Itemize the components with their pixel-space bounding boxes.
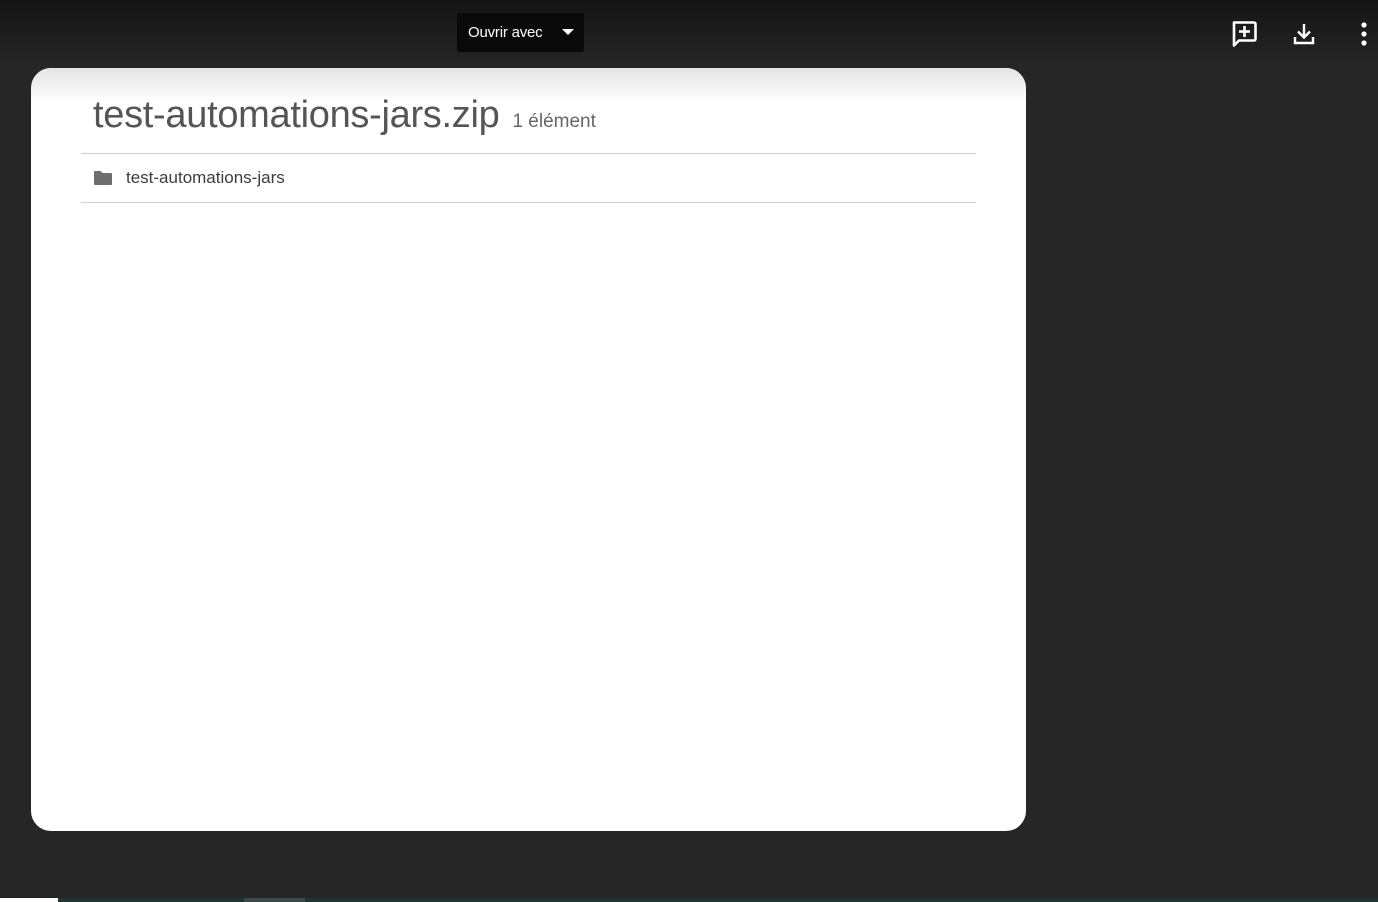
more-options-button[interactable] (1344, 14, 1378, 54)
more-vertical-icon (1360, 22, 1368, 46)
item-count: 1 élément (512, 111, 596, 132)
list-item-label: test-automations-jars (126, 168, 285, 187)
open-with-label: Ouvrir avec (468, 24, 543, 41)
add-comment-icon (1230, 20, 1258, 48)
archive-viewer-panel: test-automations-jars.zip 1 élément test… (31, 68, 1026, 831)
download-icon (1292, 22, 1316, 46)
archive-header: test-automations-jars.zip 1 élément (93, 94, 596, 137)
bottom-edge-strip (0, 898, 58, 902)
download-button[interactable] (1284, 14, 1324, 54)
list-item[interactable]: test-automations-jars (81, 154, 976, 202)
top-toolbar: Ouvrir avec (0, 0, 1378, 68)
archive-title: test-automations-jars.zip (93, 94, 500, 136)
list-divider (81, 202, 976, 203)
add-comment-button[interactable] (1224, 14, 1264, 54)
folder-icon (93, 170, 113, 186)
dropdown-arrow-icon (562, 29, 574, 35)
open-with-button[interactable]: Ouvrir avec (457, 13, 584, 52)
